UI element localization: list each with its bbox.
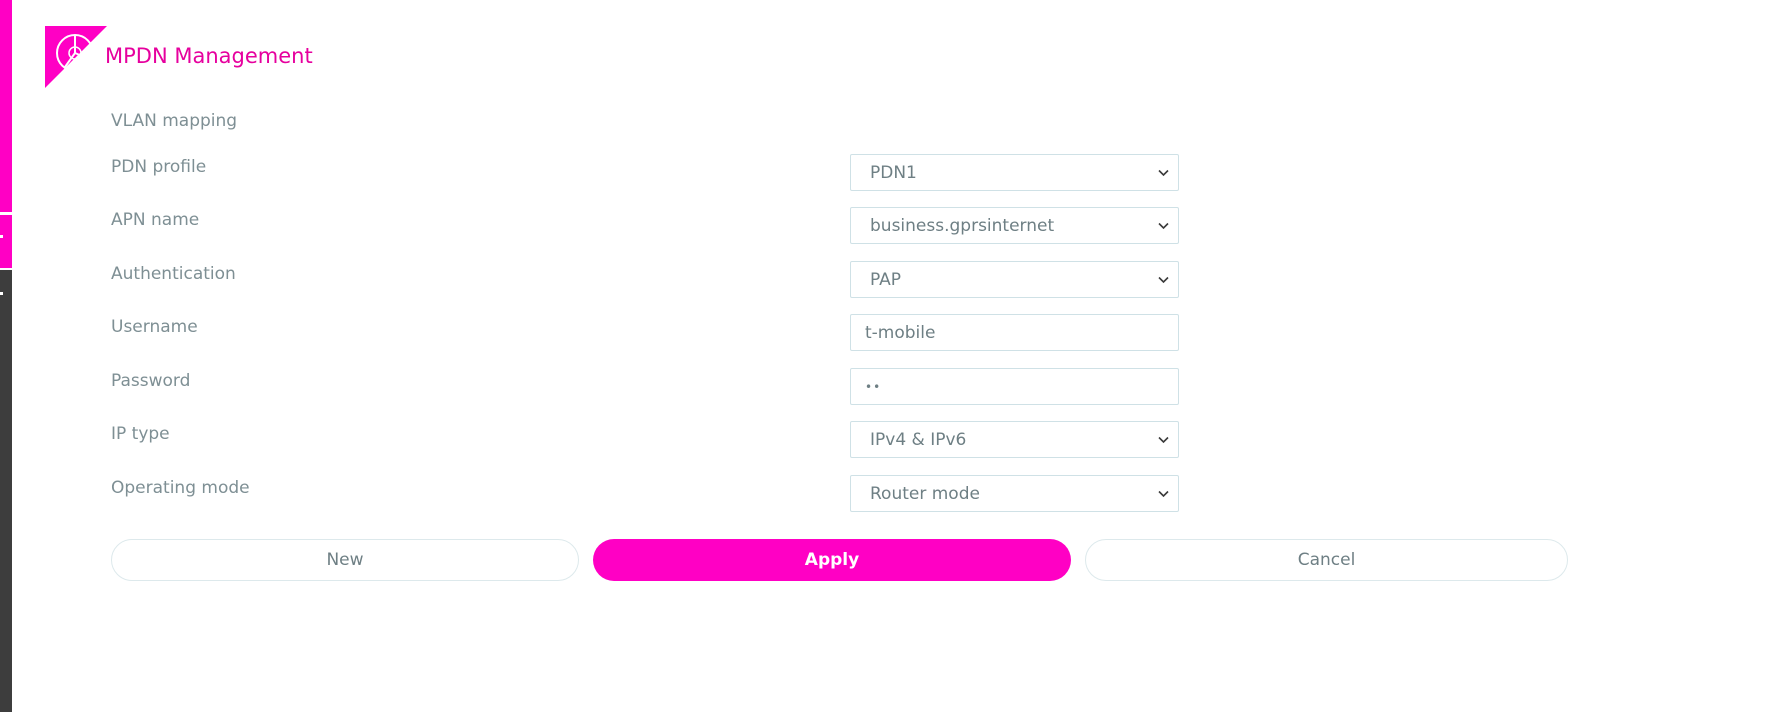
username-value: t-mobile [865,322,936,343]
nav-strip-marker [0,292,3,295]
chevron-down-icon [1158,169,1169,177]
operating-mode-value: Router mode [870,483,980,504]
apn-name-select[interactable]: business.gprsinternet [850,207,1179,244]
nav-strip-dark-segment[interactable] [0,270,12,712]
nav-strip-segment[interactable] [0,215,12,268]
authentication-value: PAP [870,269,902,290]
pdn-profile-value: PDN1 [870,162,917,183]
left-nav-strip [0,0,12,712]
ip-type-select[interactable]: IPv4 & IPv6 [850,421,1179,458]
new-button[interactable]: New [111,539,579,581]
chevron-down-icon [1158,436,1169,444]
apply-button[interactable]: Apply [593,539,1071,581]
password-value: •• [865,379,882,394]
authentication-select[interactable]: PAP [850,261,1179,298]
operating-mode-label: Operating mode [111,478,250,498]
nav-strip-marker [0,235,3,238]
pie-chart-icon [45,26,107,88]
operating-mode-select[interactable]: Router mode [850,475,1179,512]
chevron-down-icon [1158,222,1169,230]
chevron-down-icon [1158,490,1169,498]
pdn-profile-label: PDN profile [111,157,207,177]
vlan-mapping-label: VLAN mapping [111,111,238,131]
nav-strip-active-segment[interactable] [0,0,12,212]
password-input[interactable]: •• [850,368,1179,405]
chevron-down-icon [1158,276,1169,284]
pdn-profile-select[interactable]: PDN1 [850,154,1179,191]
ip-type-label: IP type [111,424,170,444]
authentication-label: Authentication [111,264,236,284]
password-label: Password [111,371,191,391]
apn-name-value: business.gprsinternet [870,215,1055,236]
cancel-button[interactable]: Cancel [1085,539,1568,581]
ip-type-value: IPv4 & IPv6 [870,429,967,450]
page-title: MPDN Management [105,44,313,68]
username-input[interactable]: t-mobile [850,314,1179,351]
apn-name-label: APN name [111,210,200,230]
username-label: Username [111,317,198,337]
